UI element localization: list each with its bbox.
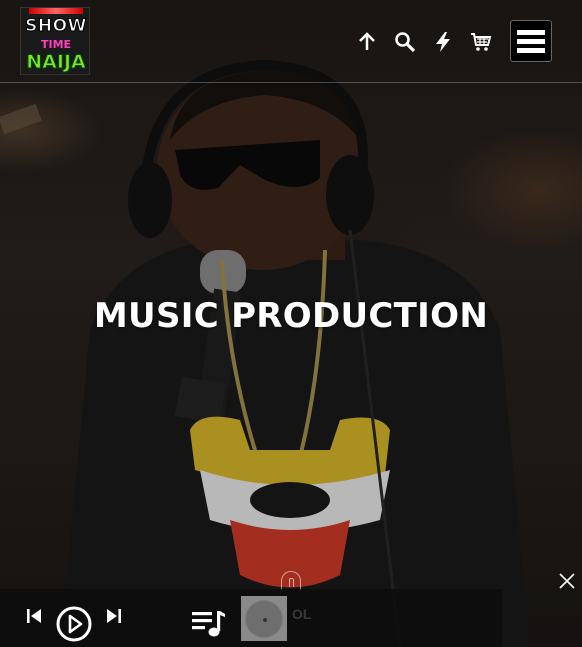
arrow-up-icon[interactable]: [355, 30, 379, 54]
page-title: MUSIC PRODUCTION: [93, 296, 489, 336]
menu-bar-2: [517, 38, 545, 44]
cart-icon[interactable]: [469, 30, 493, 54]
close-icon[interactable]: [558, 572, 576, 590]
logo-banner-strip: [29, 8, 83, 14]
lightning-icon[interactable]: [431, 30, 455, 54]
logo-line-1: SHOW: [25, 16, 87, 37]
site-logo[interactable]: SHOW TIME NAIJA: [20, 7, 90, 75]
hamburger-menu-icon[interactable]: [510, 20, 552, 62]
site-header: SHOW TIME NAIJA: [0, 0, 582, 83]
track-cover[interactable]: [241, 596, 287, 641]
player-toggle-tab[interactable]: [281, 571, 301, 591]
menu-bar-3: [517, 47, 545, 53]
previous-icon[interactable]: [24, 606, 44, 626]
logo-line-3: NAIJA: [26, 51, 86, 74]
search-icon[interactable]: [393, 30, 417, 54]
next-icon[interactable]: [104, 606, 124, 626]
menu-bar-1: [517, 29, 545, 35]
playlist-icon[interactable]: [189, 609, 227, 639]
track-title: OL: [292, 606, 312, 622]
play-icon[interactable]: [55, 605, 93, 643]
disc-icon: [245, 599, 283, 638]
logo-line-2: TIME: [40, 38, 72, 51]
